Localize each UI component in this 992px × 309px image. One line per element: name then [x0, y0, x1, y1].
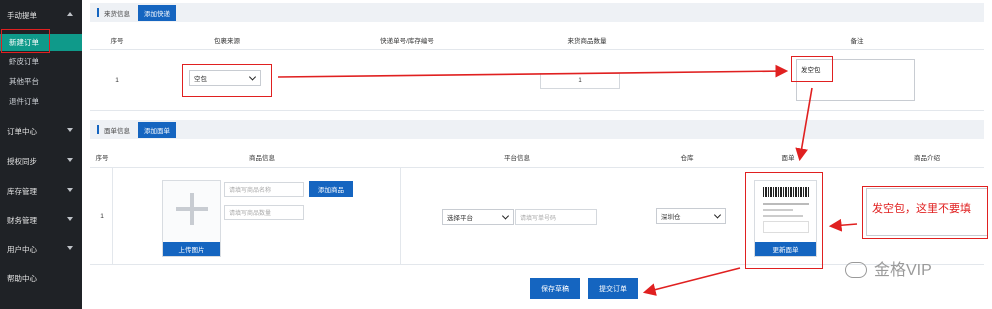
menu-user-center[interactable]: 用户中心 [0, 234, 82, 264]
order-panel-title: 面单信息 [104, 127, 130, 135]
main-content: 来货信息 添加快递 序号 包裹来源 快递单号/库存编号 来货商品数量 备注 1 … [82, 0, 992, 309]
divider [90, 167, 984, 168]
chevron-down-icon [67, 188, 73, 192]
col-warehouse: 仓库 [680, 155, 694, 162]
menu-label: 授权同步 [7, 156, 37, 166]
annotation-box-remark [791, 56, 833, 82]
chevron-down-icon [67, 246, 73, 250]
add-express-button[interactable]: 添加快递 [138, 4, 176, 21]
sidebar-item-label: 其他平台 [9, 77, 39, 86]
annotation-note: 发空包，这里不要填 [872, 203, 971, 215]
add-label-button[interactable]: 添加面单 [138, 121, 176, 138]
divider [400, 168, 401, 264]
wechat-icon [845, 262, 867, 278]
inbound-panel-header: 来货信息 添加快递 [90, 3, 984, 22]
menu-label: 订单中心 [7, 126, 37, 136]
upload-image-button[interactable]: 上传图片 [163, 242, 220, 256]
sidebar-item-return-orders[interactable]: 退件订单 [0, 93, 82, 110]
inbound-qty-input[interactable]: 1 [540, 73, 620, 89]
input-value: 1 [578, 78, 582, 84]
chevron-down-icon [67, 158, 73, 162]
warehouse-select[interactable]: 深圳仓 [656, 208, 726, 224]
submit-order-button[interactable]: 提交订单 [588, 278, 638, 299]
sidebar-item-shopee-orders[interactable]: 虾皮订单 [0, 53, 82, 70]
col-platform-info: 平台信息 [504, 155, 530, 162]
menu-label: 财务管理 [7, 215, 37, 225]
row-index: 1 [100, 213, 104, 220]
col-index: 序号 [110, 38, 124, 45]
annotation-box-label [745, 172, 823, 269]
menu-finance[interactable]: 财务管理 [0, 205, 82, 235]
section-marker [97, 8, 99, 17]
divider [90, 49, 984, 50]
plus-icon-bar [176, 207, 208, 211]
sidebar-item-label: 虾皮订单 [9, 57, 39, 66]
col-index: 序号 [95, 155, 109, 162]
order-number-input[interactable]: 请填写单号码 [515, 209, 597, 225]
sidebar-item-label: 退件订单 [9, 97, 39, 106]
annotation-box-new-order [1, 29, 50, 53]
chevron-down-icon [501, 212, 510, 220]
menu-label: 库存管理 [7, 186, 37, 196]
inbound-panel-title: 来货信息 [104, 10, 130, 18]
menu-label: 用户中心 [7, 244, 37, 254]
watermark-text: 金格VIP [874, 262, 932, 279]
col-goods-intro: 商品介绍 [914, 155, 940, 162]
col-tracking-no: 快递单号/库存编号 [380, 38, 434, 45]
select-value: 选择平台 [447, 215, 473, 222]
col-package-source: 包裹来源 [214, 38, 240, 45]
col-label: 面单 [781, 155, 795, 162]
chevron-down-icon [713, 211, 722, 219]
divider [90, 110, 984, 111]
select-value: 深圳仓 [661, 214, 681, 221]
col-inbound-qty: 来货商品数量 [567, 38, 607, 45]
menu-label: 帮助中心 [7, 273, 37, 283]
annotation-box-source [182, 64, 272, 97]
image-upload-box[interactable]: 上传图片 [162, 180, 221, 257]
section-marker [97, 125, 99, 134]
col-goods-info: 商品信息 [249, 155, 275, 162]
add-goods-button[interactable]: 添加商品 [309, 181, 353, 197]
platform-select[interactable]: 选择平台 [442, 209, 514, 225]
row-index: 1 [115, 77, 119, 84]
order-panel-header: 面单信息 添加面单 [90, 120, 984, 139]
col-remark: 备注 [850, 38, 864, 45]
menu-auth-sync[interactable]: 授权同步 [0, 146, 82, 176]
goods-qty-input[interactable]: 请填写商品数量 [224, 205, 304, 220]
save-draft-button[interactable]: 保存草稿 [530, 278, 580, 299]
chevron-up-icon [67, 12, 73, 16]
goods-name-input[interactable]: 请填写商品名称 [224, 182, 304, 197]
menu-manual-order[interactable]: 手动提单 [0, 0, 82, 30]
chevron-down-icon [67, 128, 73, 132]
menu-order-center[interactable]: 订单中心 [0, 116, 82, 146]
menu-manual-order-label: 手动提单 [7, 10, 37, 20]
sidebar-item-other-platforms[interactable]: 其他平台 [0, 73, 82, 90]
menu-inventory[interactable]: 库存管理 [0, 176, 82, 206]
chevron-down-icon [67, 217, 73, 221]
menu-help-center[interactable]: 帮助中心 [0, 263, 82, 293]
